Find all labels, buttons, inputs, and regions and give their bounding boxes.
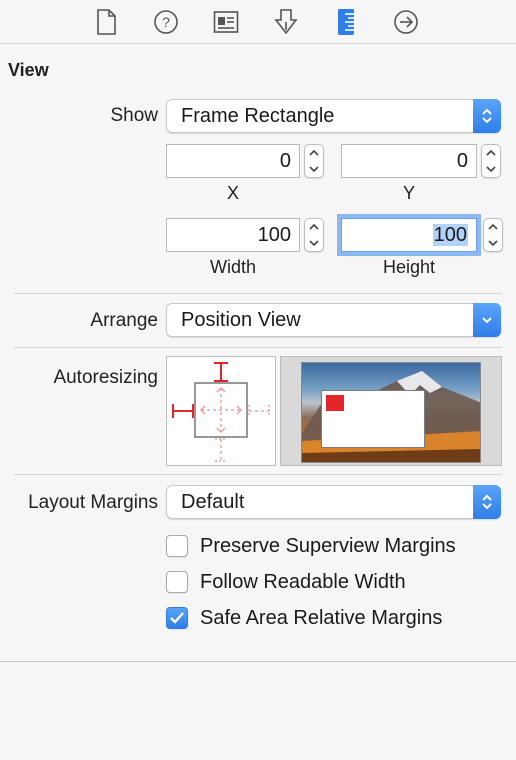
checkmark-icon [170, 612, 184, 624]
chevron-up-icon[interactable] [482, 145, 500, 161]
chevron-updown-icon [473, 99, 501, 133]
height-stepper[interactable] [483, 218, 503, 252]
divider [14, 347, 502, 348]
preview-subview [326, 395, 344, 411]
chevron-down-icon[interactable] [482, 161, 500, 177]
divider [0, 661, 516, 662]
svg-text:?: ? [162, 14, 170, 30]
x-stepper[interactable] [304, 144, 324, 178]
safe-area-relative-margins-row[interactable]: Safe Area Relative Margins [166, 605, 442, 631]
chevron-down-icon[interactable] [305, 161, 323, 177]
preserve-superview-margins-row[interactable]: Preserve Superview Margins [166, 533, 456, 559]
show-popup[interactable]: Frame Rectangle [166, 99, 501, 133]
inspector-toolbar: ? [0, 0, 516, 44]
autoresizing-springs-icon [172, 362, 270, 462]
width-label: Width [209, 257, 256, 277]
quick-help-icon[interactable]: ? [152, 8, 180, 36]
y-field[interactable]: 0 [341, 144, 477, 178]
section-title: View [8, 60, 49, 80]
y-label: Y [402, 183, 415, 203]
show-label: Show [110, 105, 158, 126]
preserve-superview-margins-checkbox[interactable] [166, 535, 188, 557]
autoresizing-label: Autoresizing [53, 367, 158, 388]
x-label: X [226, 183, 239, 203]
chevron-down-icon[interactable] [305, 235, 323, 251]
chevron-updown-icon [473, 485, 501, 519]
file-inspector-icon[interactable] [92, 8, 120, 36]
preview-view [321, 390, 425, 448]
arrange-popup-value: Position View [181, 309, 301, 331]
height-value-selected: 100 [432, 224, 468, 246]
arrange-label: Arrange [90, 310, 158, 331]
chevron-up-icon[interactable] [305, 145, 323, 161]
connections-inspector-icon[interactable] [392, 8, 420, 36]
y-stepper[interactable] [481, 144, 501, 178]
safe-area-relative-margins-checkbox[interactable] [166, 607, 188, 629]
layout-margins-value: Default [181, 491, 245, 513]
chevron-down-icon [473, 303, 501, 337]
chevron-up-icon[interactable] [305, 219, 323, 235]
show-popup-value: Frame Rectangle [181, 105, 335, 127]
width-field[interactable]: 100 [166, 218, 300, 252]
chevron-down-icon[interactable] [484, 235, 502, 251]
follow-readable-width-row[interactable]: Follow Readable Width [166, 569, 406, 595]
divider [14, 293, 502, 294]
checkbox-label: Follow Readable Width [200, 570, 406, 593]
autoresizing-control[interactable] [166, 356, 276, 466]
layout-margins-label: Layout Margins [28, 492, 158, 513]
checkbox-label: Safe Area Relative Margins [200, 606, 443, 629]
divider [14, 474, 502, 475]
attributes-inspector-icon[interactable] [272, 8, 300, 36]
height-label: Height [382, 257, 436, 277]
height-field[interactable]: 100 [337, 214, 481, 256]
width-stepper[interactable] [304, 218, 324, 252]
layout-margins-popup[interactable]: Default [166, 485, 501, 519]
chevron-up-icon[interactable] [484, 219, 502, 235]
size-inspector-icon[interactable] [332, 8, 360, 36]
autoresizing-preview [280, 356, 502, 466]
checkbox-label: Preserve Superview Margins [200, 534, 456, 557]
x-field[interactable]: 0 [166, 144, 300, 178]
arrange-popup[interactable]: Position View [166, 303, 501, 337]
follow-readable-width-checkbox[interactable] [166, 571, 188, 593]
identity-inspector-icon[interactable] [212, 8, 240, 36]
preview-wallpaper [301, 362, 481, 463]
